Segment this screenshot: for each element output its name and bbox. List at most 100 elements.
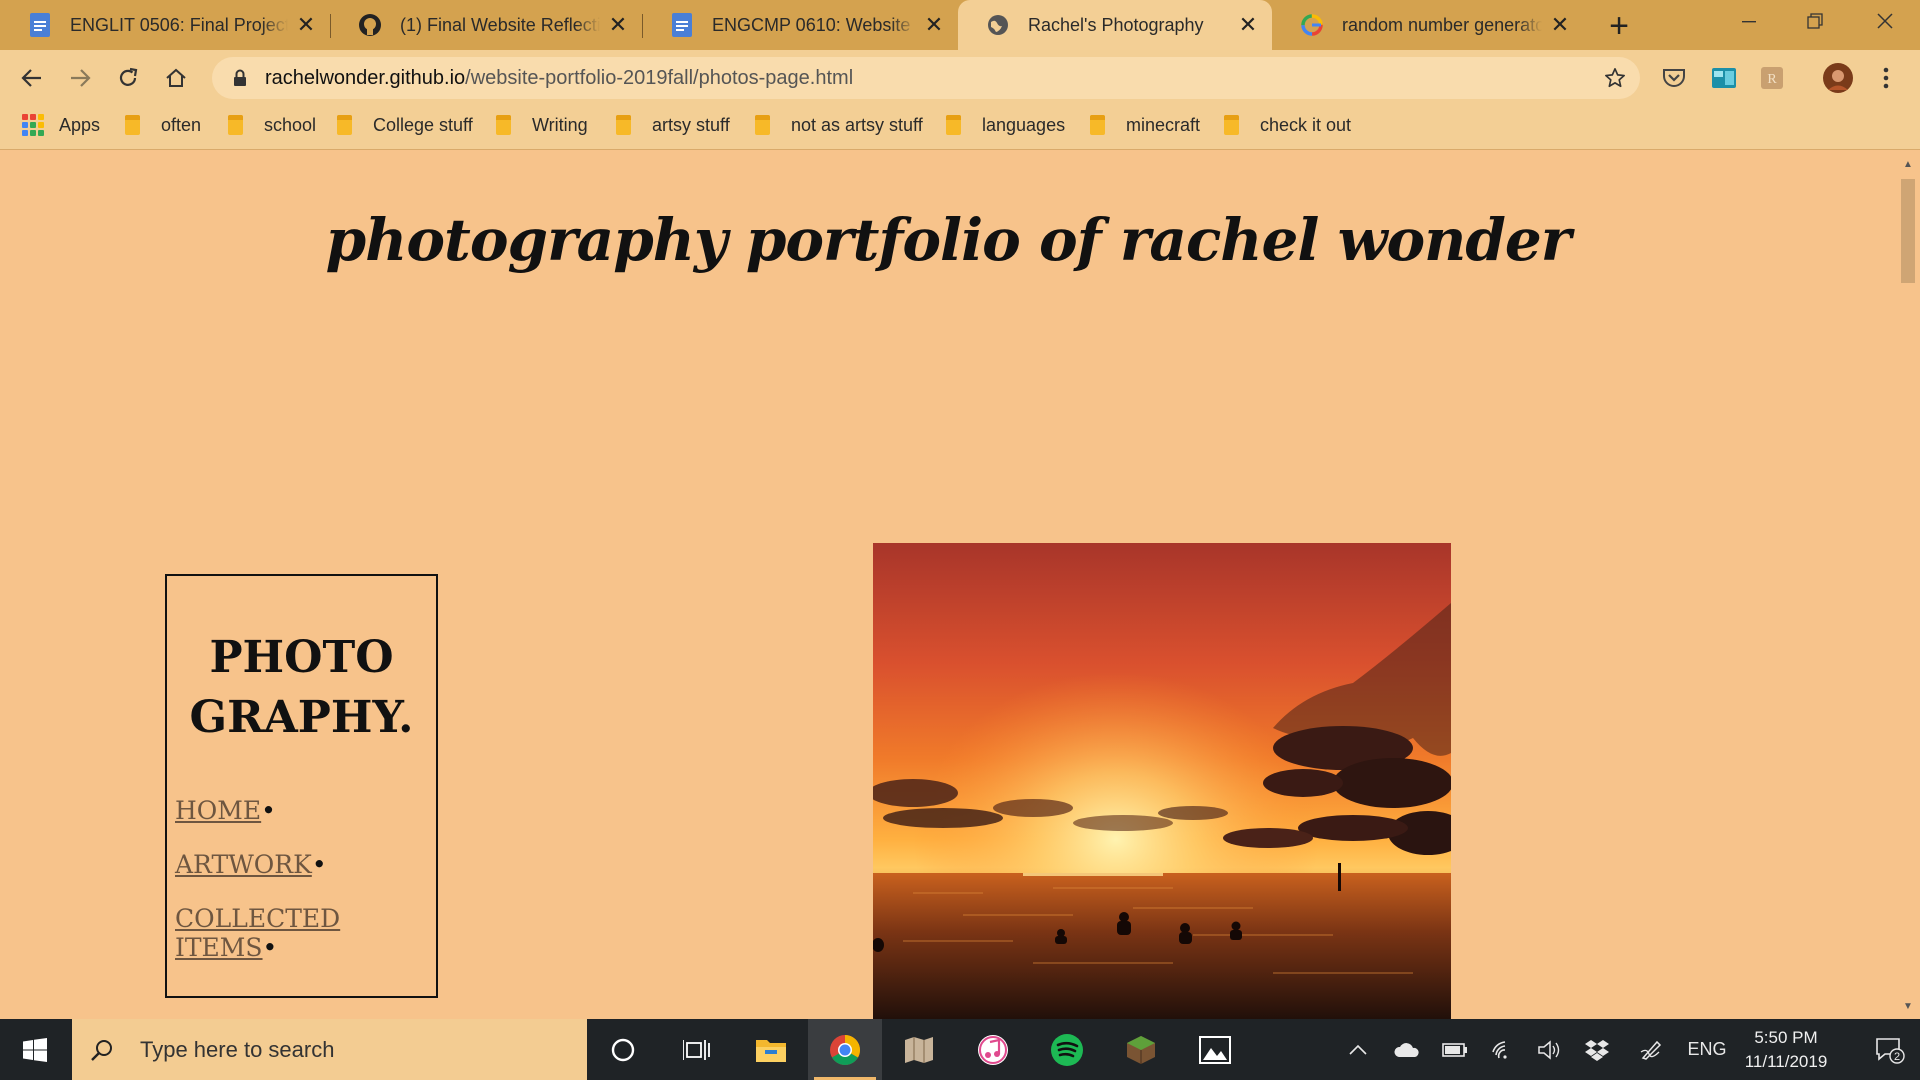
cortana-icon[interactable] (586, 1019, 660, 1080)
close-tab-icon[interactable]: ✕ (608, 12, 628, 38)
close-window-button[interactable] (1852, 0, 1918, 42)
restore-button[interactable] (1782, 0, 1848, 42)
maps-app-icon[interactable] (882, 1019, 956, 1080)
extension-r-icon[interactable]: R (1756, 62, 1788, 94)
bookmark-label: minecraft (1126, 114, 1201, 135)
close-tab-icon[interactable]: ✕ (1238, 12, 1258, 38)
scroll-down-icon[interactable]: ▼ (1902, 1001, 1914, 1013)
new-tab-button[interactable]: + (1597, 7, 1641, 45)
bookmark-label: languages (982, 114, 1066, 135)
bookmarks-bar: Apps often school College stuff Writing … (0, 106, 1920, 150)
url-host: rachelwonder.github.io (265, 66, 466, 89)
apps-shortcut[interactable]: Apps (22, 106, 100, 144)
brand-line-1: PHOTO (209, 632, 394, 683)
avatar[interactable] (1822, 62, 1854, 94)
dropbox-icon[interactable] (1582, 1019, 1612, 1080)
bookmark-folder-writing[interactable]: Writing (496, 106, 588, 144)
clock-time: 5:50 PM (1754, 1027, 1818, 1047)
spotify-icon[interactable] (1030, 1019, 1104, 1080)
close-tab-icon[interactable]: ✕ (296, 12, 316, 38)
tab-englit[interactable]: ENGLIT 0506: Final Project: ✕ (0, 0, 330, 50)
url-path: /website-portfolio-2019fall/photos-page.… (465, 66, 854, 89)
google-icon (1300, 13, 1324, 37)
minimize-button[interactable] (1716, 0, 1782, 42)
tab-title: random number generator (1342, 14, 1542, 35)
home-button[interactable] (156, 58, 196, 98)
close-tab-icon[interactable]: ✕ (924, 12, 944, 38)
extension-tab-icon[interactable] (1708, 62, 1740, 94)
site-brand: PHOTO GRAPHY. (167, 628, 436, 748)
task-view-icon[interactable] (660, 1019, 734, 1080)
google-docs-icon (670, 13, 694, 37)
clock-date: 11/11/2019 (1744, 1051, 1828, 1071)
folder-icon (228, 115, 243, 135)
pen-workspace-icon[interactable] (1636, 1019, 1666, 1080)
bookmark-folder-check-it-out[interactable]: check it out (1224, 106, 1351, 144)
brand-line-2: GRAPHY. (189, 692, 414, 743)
minecraft-icon[interactable] (1104, 1019, 1178, 1080)
tab-random-number[interactable]: random number generator ✕ (1272, 0, 1584, 50)
more-menu-icon[interactable] (1870, 62, 1902, 94)
tab-engcmp[interactable]: ENGCMP 0610: Website Po ✕ (642, 0, 958, 50)
folder-icon (125, 115, 140, 135)
windows-taskbar: Type here to search ENG 5:50 PM 11/11/20… (0, 1019, 1920, 1080)
bookmark-folder-languages[interactable]: languages (946, 106, 1065, 144)
tab-github[interactable]: (1) Final Website Reflection ✕ (330, 0, 642, 50)
bookmark-folder-college-stuff[interactable]: College stuff (337, 106, 473, 144)
folder-icon (1090, 115, 1105, 135)
bookmark-folder-artsy-stuff[interactable]: artsy stuff (616, 106, 730, 144)
nav-link-artwork[interactable]: ARTWORK (175, 850, 312, 879)
globe-icon (986, 13, 1010, 37)
scroll-thumb[interactable] (1901, 179, 1915, 283)
address-bar[interactable]: rachelwonder.github.io/website-portfolio… (212, 57, 1640, 99)
bookmark-label: often (161, 114, 202, 135)
nav-item-collected-items: COLLECTED ITEMS• (175, 904, 436, 962)
tab-rachels-photography[interactable]: Rachel's Photography ✕ (958, 0, 1272, 50)
itunes-icon[interactable] (956, 1019, 1030, 1080)
nav-item-home: HOME• (175, 796, 436, 850)
wifi-icon[interactable] (1488, 1019, 1518, 1080)
nav-item-artwork: ARTWORK• (175, 850, 436, 904)
tab-title: (1) Final Website Reflection (400, 14, 600, 35)
show-hidden-icons-icon[interactable] (1344, 1019, 1372, 1080)
bookmark-label: check it out (1260, 114, 1352, 135)
folder-icon (755, 115, 770, 135)
bookmark-folder-often[interactable]: often (125, 106, 201, 144)
folder-icon (616, 115, 631, 135)
reload-button[interactable] (108, 58, 148, 98)
chrome-icon[interactable] (808, 1019, 882, 1080)
action-center-button[interactable]: 2 (1860, 1019, 1920, 1080)
scroll-up-icon[interactable]: ▲ (1902, 159, 1914, 171)
back-button[interactable] (12, 58, 52, 98)
bookmark-label: artsy stuff (652, 114, 730, 135)
browser-toolbar: rachelwonder.github.io/website-portfolio… (0, 50, 1920, 106)
forward-button[interactable] (60, 58, 100, 98)
nav-link-home[interactable]: HOME (175, 796, 261, 825)
system-clock[interactable]: 5:50 PM 11/11/2019 (1718, 1019, 1854, 1080)
folder-icon (946, 115, 961, 135)
nav-link-collected-items[interactable]: COLLECTED ITEMS (175, 904, 340, 962)
close-tab-icon[interactable]: ✕ (1550, 12, 1570, 38)
bookmark-folder-school[interactable]: school (228, 106, 316, 144)
github-icon (358, 13, 382, 37)
volume-icon[interactable] (1534, 1019, 1564, 1080)
bookmark-folder-not-as-artsy-stuff[interactable]: not as artsy stuff (755, 106, 923, 144)
tab-title: Rachel's Photography (1028, 14, 1204, 35)
apps-grid-icon (22, 114, 44, 136)
photos-icon[interactable] (1178, 1019, 1252, 1080)
nav-menu: HOME• ARTWORK• COLLECTED ITEMS• (175, 796, 436, 962)
start-button[interactable] (0, 1019, 70, 1080)
lock-icon[interactable] (229, 69, 251, 87)
page-scrollbar[interactable]: ▲ ▼ (1896, 151, 1920, 1019)
pocket-icon[interactable] (1658, 62, 1690, 94)
taskbar-search[interactable]: Type here to search (72, 1019, 587, 1080)
page-title: photography portfolio of rachel wonder (325, 206, 1572, 274)
bookmark-folder-minecraft[interactable]: minecraft (1090, 106, 1200, 144)
file-explorer-icon[interactable] (734, 1019, 808, 1080)
tab-title: ENGCMP 0610: Website Po (712, 14, 916, 35)
bookmark-label: College stuff (373, 114, 473, 135)
onedrive-icon[interactable] (1392, 1019, 1422, 1080)
bullet: • (311, 850, 327, 879)
bookmark-star-icon[interactable] (1598, 61, 1632, 95)
battery-icon[interactable] (1440, 1019, 1470, 1080)
